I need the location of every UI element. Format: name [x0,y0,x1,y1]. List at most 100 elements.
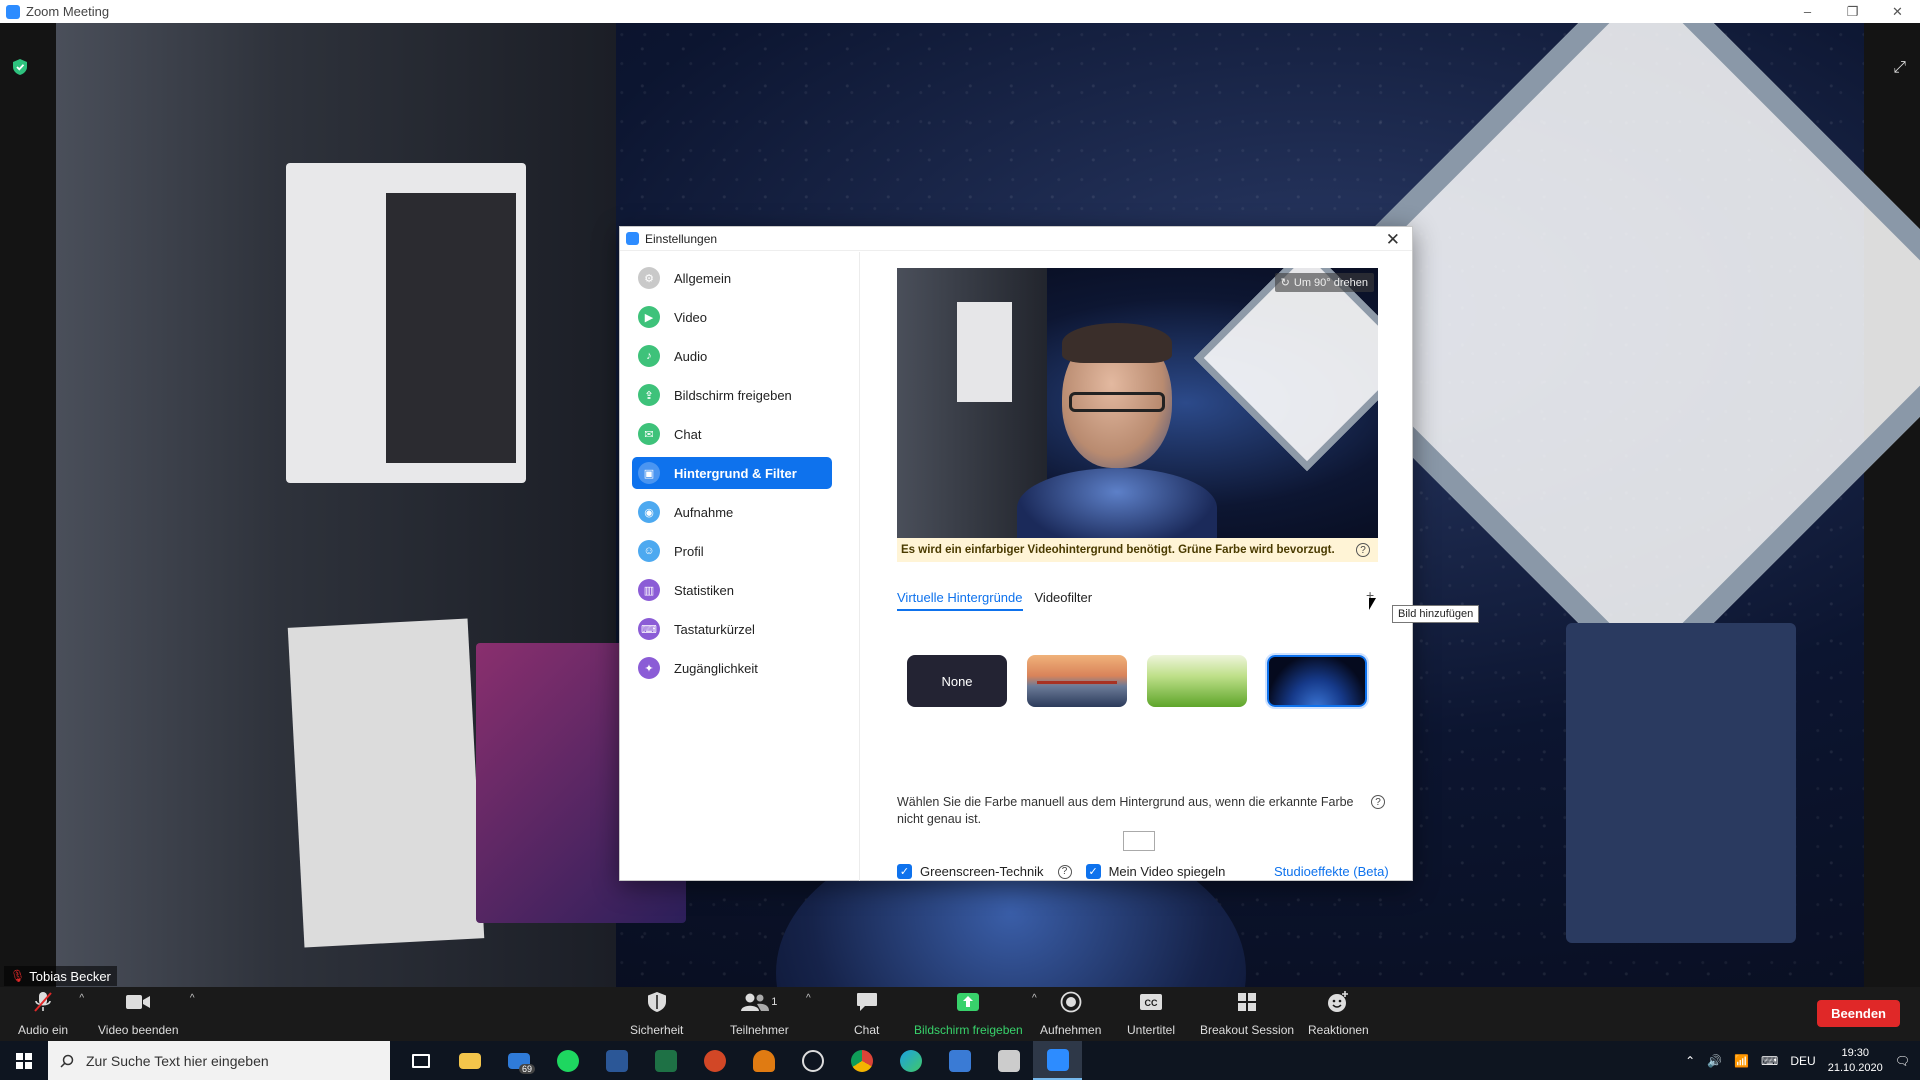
manual-color-help-icon[interactable]: ? [1371,795,1385,809]
share-screen-button[interactable]: Bildschirm freigeben ^ [914,991,1037,1037]
chrome-button[interactable] [837,1041,886,1080]
fullscreen-expand-icon[interactable]: ⤢ [1893,59,1906,77]
video-options-caret-icon[interactable]: ^ [190,993,195,1004]
tray-overflow-chevron-icon[interactable]: ⌃ [1685,1054,1695,1068]
sidebar-item-label: Profil [674,543,704,559]
blue-app-button[interactable] [935,1041,984,1080]
notifications-icon[interactable]: 🗨 [1895,1054,1910,1068]
sidebar-item-aufnahme[interactable]: ◉ Aufnahme [632,496,832,528]
mirror-video-option[interactable]: ✓ Mein Video spiegeln [1085,864,1226,879]
share-options-caret-icon[interactable]: ^ [1032,993,1037,1004]
greenscreen-checkbox[interactable]: ✓ [897,864,912,879]
folder-icon [458,1052,481,1069]
notes-app-button[interactable] [984,1041,1033,1080]
sidebar-item-video[interactable]: ▶ Video [632,301,832,333]
background-none[interactable]: None [907,655,1007,707]
video-button[interactable]: Video beenden ^ [98,991,195,1037]
greenscreen-help-icon[interactable]: ? [1057,864,1072,879]
obs-button[interactable] [788,1041,837,1080]
participant-name-tag: 🎙 Tobias Becker [4,966,117,986]
sidebar-item-hintergrund-filter[interactable]: ▣ Hintergrund & Filter [632,457,832,489]
background-none-label: None [941,673,973,689]
sidebar-item-statistiken[interactable]: ▥ Statistiken [632,574,832,606]
sidebar-item-audio[interactable]: ♪ Audio [632,340,832,372]
settings-title: Einstellungen [645,231,718,246]
task-view-button[interactable] [396,1041,445,1080]
reactions-button[interactable]: Reaktionen [1308,991,1369,1037]
end-meeting-button[interactable]: Beenden [1817,1000,1900,1027]
sidebar-item-chat[interactable]: ✉ Chat [632,418,832,450]
vlc-button[interactable] [739,1041,788,1080]
sidebar-item-label: Allgemein [674,270,732,286]
sidebar-item-tastaturkurzel[interactable]: ⌨ Tastaturkürzel [632,613,832,645]
greenscreen-notice: Es wird ein einfarbiger Videohintergrund… [897,538,1378,562]
record-circle-icon [1060,991,1082,1013]
manual-color-text: Wählen Sie die Farbe manuell aus dem Hin… [897,795,1354,826]
edge-button[interactable] [886,1041,935,1080]
sidebar-item-label: Video [674,309,708,325]
reactions-label: Reaktionen [1308,1023,1369,1037]
breakout-session-button[interactable]: Breakout Session [1200,991,1294,1037]
windows-start-button[interactable] [0,1041,48,1080]
mail-button[interactable]: 69 [494,1041,543,1080]
taskbar-search-box[interactable]: Zur Suche Text hier eingeben [48,1041,390,1080]
keyboard-icon[interactable]: ⌨ [1761,1054,1778,1068]
input-language[interactable]: DEU [1790,1054,1815,1068]
sidebar-zuganglichkeit-icon: ✦ [638,657,660,679]
background-golden-gate[interactable] [1027,655,1127,707]
background-grass[interactable] [1147,655,1247,707]
sidebar-profil-icon: ☺ [638,540,660,562]
settings-dialog: Einstellungen ✕ ⚙ Allgemein ▶ Video ♪ Audio ⇪ B… [619,226,1480,881]
sidebar-item-bildschirm-freigeben[interactable]: ⇪ Bildschirm freigeben [632,379,832,411]
minimize-button[interactable]: – [1785,0,1830,23]
encryption-shield-icon[interactable] [13,59,27,75]
studio-effects-link[interactable]: Studioeffekte (Beta) [1274,864,1389,879]
volume-icon[interactable]: 🔊 [1707,1054,1722,1068]
sidebar-item-label: Hintergrund & Filter [674,465,797,481]
tab-virtual-backgrounds[interactable]: Virtuelle Hintergründe [897,590,1023,611]
sidebar-item-allgemein[interactable]: ⚙ Allgemein [632,262,832,294]
video-poster [287,618,485,948]
settings-close-icon[interactable]: ✕ [1386,230,1400,250]
vlc-cone-icon [752,1049,775,1072]
background-earth-selected[interactable] [1265,653,1369,709]
sidebar-statistiken-icon: ▥ [638,579,660,601]
background-filter-panel: ↻ Um 90° drehen Es wird ein einfarbiger … [861,252,1480,881]
color-picker-swatch[interactable] [1123,831,1155,851]
mouse-cursor-icon [1369,598,1376,610]
restore-button[interactable]: ❐ [1830,0,1875,23]
mirror-video-label: Mein Video spiegeln [1108,864,1226,879]
video-book-right [1566,623,1796,943]
window-titlebar: Zoom Meeting – ❐ ✕ [0,0,1920,23]
captions-button[interactable]: CC Untertitel [1127,991,1175,1037]
rotate-label: Um 90° drehen [1293,276,1368,289]
participants-options-caret-icon[interactable]: ^ [806,993,811,1004]
wifi-icon[interactable]: 📶 [1734,1054,1749,1068]
record-button[interactable]: Aufnehmen [1040,991,1101,1037]
notice-help-icon[interactable]: ? [1356,543,1370,557]
sidebar-item-zuganglichkeit[interactable]: ✦ Zugänglichkeit [632,652,832,684]
chat-button[interactable]: Chat [854,991,879,1037]
audio-button[interactable]: Audio ein ^ [18,991,84,1037]
greenscreen-option[interactable]: ✓ Greenscreen-Technik [897,864,1044,879]
zoom-taskbar-button[interactable] [1033,1041,1082,1080]
powerpoint-button[interactable] [690,1041,739,1080]
tab-video-filters[interactable]: Videofilter [1035,590,1093,611]
word-button[interactable] [592,1041,641,1080]
powerpoint-icon [703,1049,726,1072]
mirror-video-checkbox[interactable]: ✓ [1085,864,1101,879]
sidebar-item-profil[interactable]: ☺ Profil [632,535,832,567]
audio-options-caret-icon[interactable]: ^ [79,993,84,1004]
participants-button[interactable]: 1 Teilnehmer ^ [730,991,811,1037]
window-controls: – ❐ ✕ [1785,0,1920,23]
rotate-90-button[interactable]: ↻ Um 90° drehen [1274,273,1374,292]
spotify-button[interactable] [543,1041,592,1080]
close-window-button[interactable]: ✕ [1875,0,1920,23]
security-button[interactable]: Sicherheit [630,991,683,1037]
background-tabs: Virtuelle Hintergründe Videofilter [897,590,1092,611]
excel-button[interactable] [641,1041,690,1080]
file-explorer-button[interactable] [445,1041,494,1080]
obs-icon [801,1049,824,1072]
notes-app-icon [997,1049,1020,1072]
taskbar-clock[interactable]: 19:30 21.10.2020 [1828,1046,1883,1076]
